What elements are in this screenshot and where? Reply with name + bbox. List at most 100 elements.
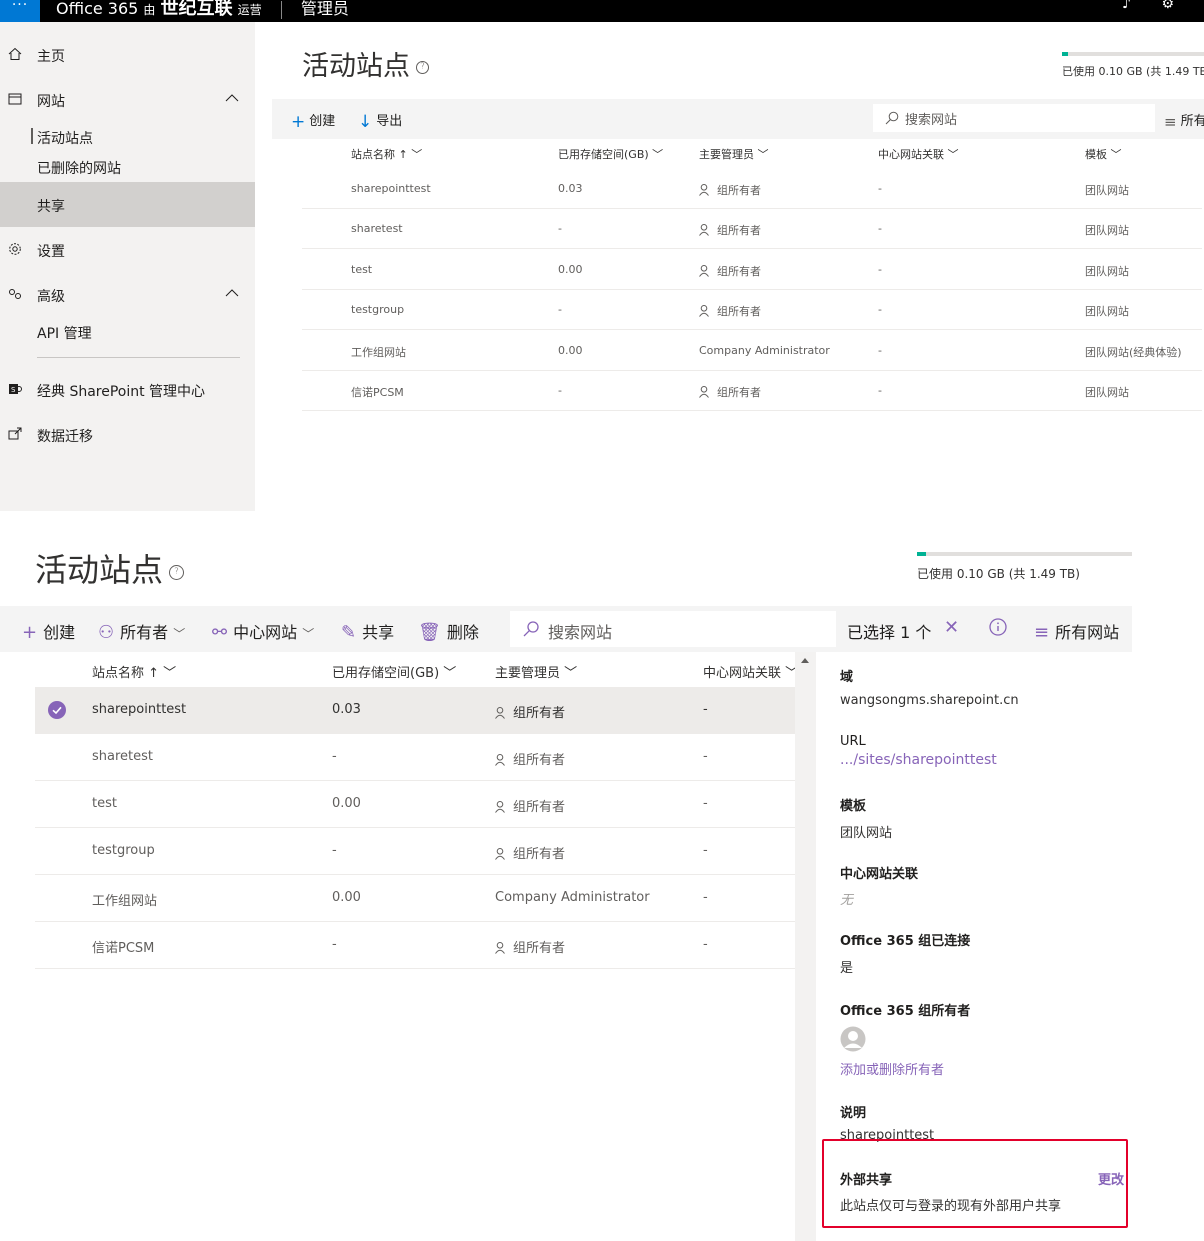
checkmark-icon[interactable] [48, 701, 66, 719]
site-name-cell[interactable]: 工作组网站 [351, 344, 406, 360]
admin-cell-text: 组所有者 [717, 224, 761, 238]
app-launcher-icon[interactable]: ··· [0, 0, 40, 22]
column-header-storage[interactable]: 已用存储空间(GB) ﹀ [332, 662, 456, 681]
scrollbar[interactable] [795, 652, 816, 1241]
hub-label: 中心网站 [233, 623, 298, 642]
person-icon [495, 707, 505, 719]
sidebar-item-settings[interactable]: 设置 [0, 230, 255, 270]
template-cell: 团队网站 [1085, 184, 1129, 197]
person-icon [699, 184, 709, 196]
search-input[interactable]: 搜索网站 [510, 611, 836, 647]
delete-button[interactable]: 🗑 删除 [418, 619, 479, 643]
top-icons: ♪ ⚙ [1096, 0, 1174, 12]
table-row[interactable]: testgroup - 组所有者 - [35, 828, 796, 875]
advanced-icon [9, 289, 21, 299]
scroll-up-icon[interactable] [801, 658, 809, 663]
site-name-cell[interactable]: testgroup [92, 843, 155, 858]
clear-selection-icon[interactable]: ✕ [944, 617, 959, 638]
help-icon[interactable]: ? [416, 61, 429, 74]
column-header-hub[interactable]: 中心网站关联 ﹀ [878, 146, 959, 162]
table-row[interactable]: 信诺PCSM - 组所有者 - 团队网站 [302, 371, 1202, 411]
sidebar-item-label: 设置 [37, 244, 65, 260]
sidebar-item-sites[interactable]: 网站 [0, 80, 255, 120]
site-name-cell[interactable]: sharetest [92, 749, 153, 764]
bell-icon[interactable]: ♪ [1122, 0, 1131, 12]
table-row[interactable]: test 0.00 组所有者 - 团队网站 [302, 250, 1202, 290]
sidebar-item-label: 已删除的网站 [37, 161, 121, 177]
selection-count-label: 已选择 1 个 [847, 623, 932, 642]
table-row[interactable]: 工作组网站 0.00 Company Administrator - 团队网站(经典体验… [302, 331, 1202, 371]
table-row[interactable]: 工作组网站 0.00 Company Administrator - [35, 875, 796, 922]
chevron-up-icon[interactable] [225, 94, 239, 102]
sidebar-item-sharing[interactable]: 共享 [0, 182, 255, 227]
create-button[interactable]: + 创建 [22, 619, 75, 643]
sidebar-item-label: 网站 [37, 94, 65, 110]
column-header-name[interactable]: 站点名称 ↑ ﹀ [92, 662, 176, 681]
share-button[interactable]: ✎ 共享 [341, 619, 394, 643]
help-icon[interactable]: ? [169, 564, 185, 580]
site-name-cell[interactable]: 工作组网站 [92, 890, 157, 909]
site-name-cell[interactable]: testgroup [351, 303, 404, 316]
sidebar-item-label: 高级 [37, 289, 65, 305]
sidebar-item-deleted-sites[interactable]: 已删除的网站 [0, 152, 255, 184]
storage-cell: 0.00 [558, 262, 583, 276]
search-input[interactable]: 搜索网站 [873, 104, 1155, 132]
export-button[interactable]: ↓ 导出 [358, 110, 402, 132]
site-name-cell[interactable]: 信诺PCSM [351, 384, 404, 400]
site-name-cell[interactable]: sharepointtest [351, 182, 431, 195]
hub-cell: - [703, 843, 708, 858]
column-header-admin[interactable]: 主要管理员 ﹀ [495, 662, 577, 681]
view-selector[interactable]: ≡ 所有 [1164, 110, 1204, 131]
storage-cell: 0.03 [332, 702, 361, 717]
hub-label: 中心网站关联 [840, 867, 919, 882]
template-value: 团队网站 [840, 826, 893, 841]
selected-indicator [31, 128, 33, 144]
owners-button[interactable]: ⚇ 所有者 ﹀ [98, 619, 185, 643]
admin-cell: 组所有者 [699, 222, 761, 238]
person-icon [495, 801, 505, 813]
table-row[interactable]: sharetest - 组所有者 - [35, 734, 796, 781]
view-selector[interactable]: ≡ 所有网站 [1034, 619, 1119, 643]
site-name-cell[interactable]: test [351, 263, 372, 276]
table-row[interactable]: testgroup - 组所有者 - 团队网站 [302, 290, 1202, 331]
admin-cell-text: 组所有者 [717, 264, 761, 278]
url-link[interactable]: .../sites/sharepointtest [840, 752, 997, 768]
table-row[interactable]: 信诺PCSM - 组所有者 - [35, 922, 796, 969]
manage-owners-link[interactable]: 添加或删除所有者 [840, 1059, 944, 1078]
hub-button[interactable]: ⚯ 中心网站 ﹀ [212, 619, 314, 643]
site-name-cell[interactable]: sharepointtest [92, 702, 186, 717]
storage-text: 已使用 0.10 GB (共 1.49 TB) [1062, 65, 1204, 78]
section-name[interactable]: 管理员 [301, 0, 349, 18]
column-header-hub[interactable]: 中心网站关联 ﹀ [703, 662, 798, 681]
table-row[interactable]: sharetest - 组所有者 - 团队网站 [302, 209, 1202, 250]
person-icon [699, 224, 709, 237]
site-name-cell[interactable]: test [92, 796, 117, 811]
site-name-cell[interactable]: 信诺PCSM [92, 937, 154, 956]
gear-icon[interactable]: ⚙ [1161, 0, 1174, 12]
site-name-cell[interactable]: sharetest [351, 222, 403, 235]
sidebar-item-label: API 管理 [37, 326, 92, 342]
sidebar-item-classic-admin[interactable]: S 经典 SharePoint 管理中心 [0, 370, 255, 410]
sidebar-item-advanced[interactable]: 高级 [0, 275, 255, 315]
org-suffix: 运营 [237, 3, 262, 17]
info-icon[interactable] [989, 618, 1007, 636]
column-header-template[interactable]: 模板 ﹀ [1085, 146, 1122, 162]
table-row[interactable]: sharepointtest 0.03 组所有者 - 团队网站 [302, 169, 1202, 209]
column-header-admin[interactable]: 主要管理员 ﹀ [699, 146, 769, 162]
storage-cell: 0.00 [332, 890, 361, 905]
create-button[interactable]: + 创建 [291, 110, 335, 132]
admin-cell: 组所有者 [699, 303, 761, 319]
sidebar-item-active-sites[interactable]: 活动站点 [0, 120, 255, 152]
plus-icon: + [291, 112, 306, 132]
sidebar-item-api-management[interactable]: API 管理 [0, 315, 255, 347]
search-placeholder: 搜索网站 [548, 623, 613, 642]
table-row[interactable]: sharepointtest 0.03 组所有者 - [35, 687, 796, 734]
chevron-up-icon[interactable] [225, 289, 239, 297]
sidebar-item-migration[interactable]: 数据迁移 [0, 415, 255, 455]
column-header-storage[interactable]: 已用存储空间(GB) ﹀ [558, 146, 663, 162]
column-header-label: 主要管理员 [495, 666, 561, 681]
column-header-name[interactable]: 站点名称 ↑ ﹀ [351, 146, 422, 162]
table-row[interactable]: test 0.00 组所有者 - [35, 781, 796, 828]
admin-cell-text: 组所有者 [717, 305, 761, 319]
sidebar-item-home[interactable]: 主页 [0, 35, 255, 75]
